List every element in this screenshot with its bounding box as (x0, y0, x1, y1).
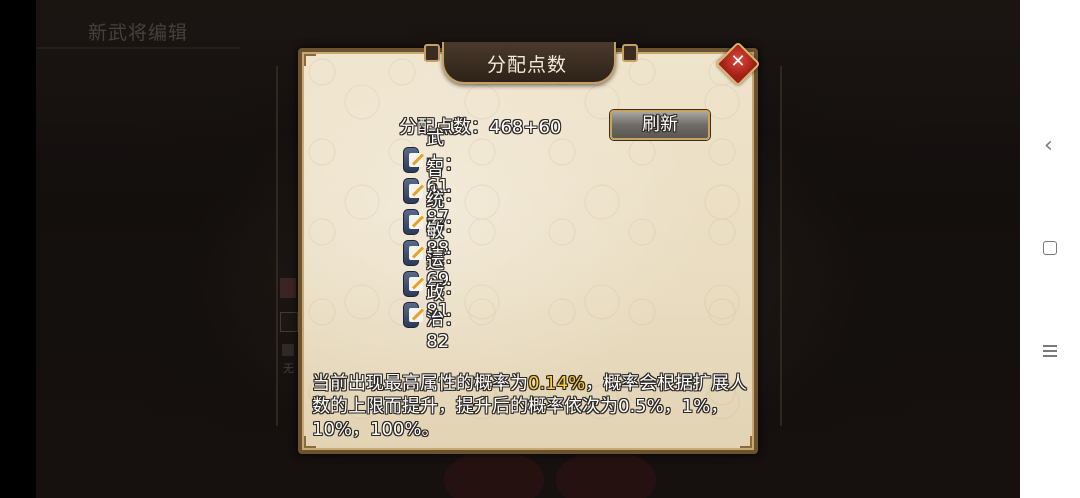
stat-label: 政治：82 (426, 282, 463, 352)
notice-prefix: 当前出现最高属性的概率为 (312, 373, 528, 394)
probability-notice: 当前出现最高属性的概率为0.14%，概率会根据扩展人数的上限而提升，提升后的概率… (312, 372, 752, 441)
edit-note-icon[interactable] (403, 240, 425, 266)
title-banner-hook-right (622, 44, 638, 62)
dialog-title: 分配点数 (486, 54, 567, 76)
notice-highlight: 0.14% (528, 373, 586, 394)
dialog-corner (304, 54, 316, 66)
chevron-left-icon[interactable]: ‹ (1044, 133, 1053, 158)
close-x-icon[interactable]: ✕ (722, 48, 754, 80)
title-banner-hook-left (424, 44, 440, 62)
edit-note-icon[interactable] (403, 302, 425, 328)
points-label: 分配点数：468+60 (399, 117, 562, 138)
stat-row-politics[interactable]: 政治：82 (403, 283, 472, 352)
edit-note-icon[interactable] (403, 209, 425, 235)
square-icon[interactable] (1043, 241, 1057, 255)
edit-note-icon[interactable] (403, 271, 425, 297)
refresh-button[interactable]: 刷新 (610, 110, 710, 140)
edit-note-icon[interactable] (403, 147, 425, 173)
hamburger-icon[interactable] (1043, 345, 1057, 357)
edit-note-icon[interactable] (403, 178, 425, 204)
left-black-strip (0, 0, 36, 498)
